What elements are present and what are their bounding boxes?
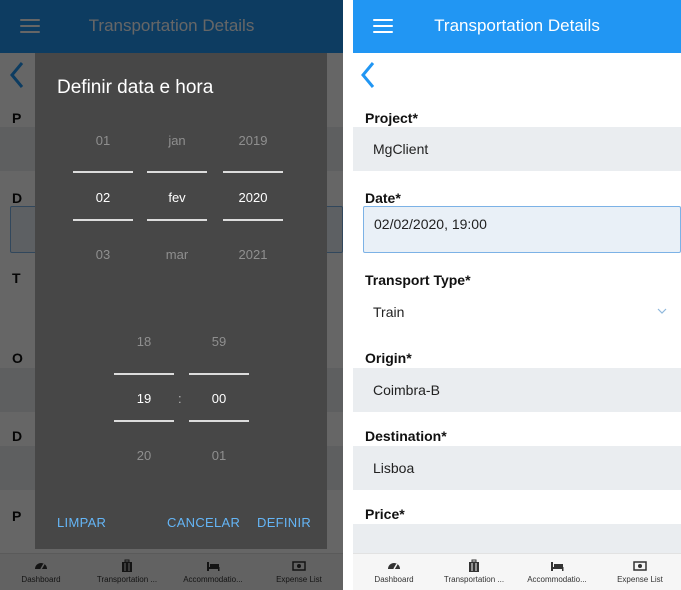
hour-divider-top	[114, 373, 174, 375]
nav-label: Transportation ...	[443, 575, 505, 584]
month-divider-bottom	[147, 219, 207, 221]
chevron-down-icon	[657, 308, 667, 314]
bed-icon	[551, 562, 564, 571]
price-field[interactable]	[353, 524, 681, 554]
day-divider-bottom	[73, 219, 133, 221]
price-label: Price*	[365, 506, 405, 522]
year-wheel[interactable]: 2019 2020 2021	[223, 133, 283, 262]
nav-accommodation[interactable]: Accommodatio...	[516, 554, 598, 590]
transport-type-select[interactable]: Train	[353, 290, 681, 334]
destination-label: Destination*	[365, 428, 447, 444]
bottom-nav: Dashboard Transportation ... Accommodati…	[353, 553, 681, 590]
minute-divider-bottom	[189, 420, 249, 422]
destination-value: Lisboa	[373, 460, 415, 476]
origin-value: Coimbra-B	[373, 382, 440, 398]
month-divider-top	[147, 171, 207, 173]
origin-field[interactable]: Coimbra-B	[353, 368, 681, 412]
date-value: 02/02/2020, 19:00	[374, 216, 487, 232]
clear-button[interactable]: LIMPAR	[57, 515, 106, 530]
time-separator: :	[178, 391, 182, 406]
destination-field[interactable]: Lisboa	[353, 446, 681, 490]
dashboard-icon	[388, 563, 400, 570]
project-label: Project*	[365, 110, 418, 126]
right-screen: Transportation Details Project* MgClient…	[353, 0, 681, 590]
app-title: Transportation Details	[434, 16, 600, 35]
set-button[interactable]: DEFINIR	[257, 515, 311, 530]
year-prev: 2019	[238, 133, 268, 148]
back-row	[353, 53, 681, 97]
day-next: 03	[95, 247, 111, 262]
minute-next: 01	[211, 448, 227, 463]
year-divider-top	[223, 171, 283, 173]
app-bar: Transportation Details	[353, 0, 681, 53]
nav-dashboard[interactable]: Dashboard	[353, 554, 435, 590]
luggage-icon	[469, 559, 479, 572]
month-prev: jan	[168, 133, 186, 148]
nav-label: Dashboard	[374, 575, 414, 584]
month-wheel[interactable]: jan fev mar	[147, 133, 207, 262]
transport-type-label: Transport Type*	[365, 272, 471, 288]
year-divider-bottom	[223, 219, 283, 221]
date-label: Date*	[365, 190, 401, 206]
origin-label: Origin*	[365, 350, 412, 366]
hour-next: 20	[136, 448, 152, 463]
screen-divider	[343, 0, 353, 590]
money-icon	[633, 561, 647, 571]
day-divider-top	[73, 171, 133, 173]
minute-prev: 59	[211, 334, 227, 349]
transport-type-value: Train	[373, 304, 405, 320]
nav-label: Expense List	[617, 575, 663, 584]
hour-prev: 18	[136, 334, 152, 349]
nav-label: Accommodatio...	[527, 575, 587, 584]
nav-expense-list[interactable]: Expense List	[599, 554, 681, 590]
day-wheel[interactable]: 01 02 03	[73, 133, 133, 262]
day-prev: 01	[95, 133, 111, 148]
date-field[interactable]: 02/02/2020, 19:00	[363, 206, 681, 253]
left-screen: Transportation Details P D T O D P Dashb…	[0, 0, 343, 590]
project-field[interactable]: MgClient	[353, 127, 681, 171]
hour-wheel[interactable]: 18 19 20	[114, 334, 174, 463]
date-time-picker-dialog: Definir data e hora 01 02 03 jan fev mar…	[35, 53, 327, 549]
dialog-title: Definir data e hora	[57, 77, 214, 98]
minute-wheel[interactable]: 59 00 01	[189, 334, 249, 463]
project-value: MgClient	[373, 141, 429, 157]
cancel-button[interactable]: CANCELAR	[167, 515, 240, 530]
hour-divider-bottom	[114, 420, 174, 422]
month-next: mar	[165, 247, 189, 262]
year-next: 2021	[238, 247, 268, 262]
nav-transportation[interactable]: Transportation ...	[433, 554, 515, 590]
minute-divider-top	[189, 373, 249, 375]
back-arrow-icon[interactable]	[357, 59, 379, 91]
